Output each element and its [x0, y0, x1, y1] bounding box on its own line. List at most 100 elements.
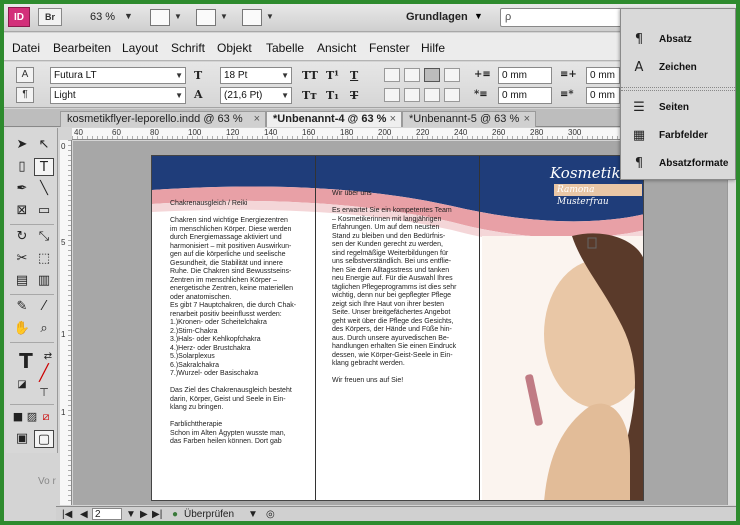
- left-indent-field[interactable]: 0 mm: [498, 67, 552, 84]
- menu-ansicht[interactable]: Ansicht: [317, 41, 356, 55]
- arrange-documents-icon[interactable]: [242, 9, 262, 26]
- chevron-down-icon[interactable]: ▼: [474, 11, 483, 21]
- bridge-button[interactable]: Br: [38, 8, 62, 26]
- menu-bearbeiten[interactable]: Bearbeiten: [53, 41, 111, 55]
- panel-farbfelder[interactable]: ▦ Farbfelder: [621, 123, 736, 149]
- free-transform-tool-icon[interactable]: ⬚: [34, 250, 54, 268]
- chevron-down-icon[interactable]: ▼: [124, 11, 133, 21]
- next-page-icon[interactable]: ▶: [140, 509, 148, 520]
- menu-objekt[interactable]: Objekt: [217, 41, 252, 55]
- menu-tabelle[interactable]: Tabelle: [266, 41, 304, 55]
- text-frame-chakren[interactable]: Chakrenausgleich / Reiki Chakren sind wi…: [170, 200, 310, 447]
- close-icon[interactable]: ×: [390, 112, 396, 127]
- scale-tool-icon[interactable]: ⤡: [34, 228, 54, 246]
- underline-icon[interactable]: T: [350, 69, 358, 82]
- menu-hilfe[interactable]: Hilfe: [421, 41, 445, 55]
- panel-absatzformate[interactable]: ¶ Absatzformate: [621, 151, 736, 177]
- pen-tool-icon[interactable]: ✒: [12, 180, 32, 198]
- chevron-down-icon[interactable]: ▼: [220, 12, 228, 21]
- default-colors-icon[interactable]: ◪: [12, 376, 32, 394]
- last-line-indent-field[interactable]: 0 mm: [586, 87, 620, 104]
- note-tool-icon[interactable]: ✎: [12, 298, 32, 316]
- ruler-label: 100: [188, 128, 202, 137]
- font-size-field[interactable]: 18 Pt ▼: [220, 67, 292, 84]
- tab-unbenannt-5[interactable]: *Unbenannt-5 @ 63 % ×: [402, 111, 536, 127]
- page-tool-icon[interactable]: ▯: [12, 158, 32, 176]
- stroke-none-icon[interactable]: ╱: [34, 364, 54, 382]
- rectangle-tool-icon[interactable]: ▭: [34, 202, 54, 220]
- chevron-down-icon[interactable]: ▼: [248, 509, 258, 520]
- gradient-feather-tool-icon[interactable]: ▥: [34, 272, 54, 290]
- line-tool-icon[interactable]: ╲: [34, 180, 54, 198]
- text-container-icon[interactable]: ⊤: [34, 384, 54, 402]
- tab-kosmetikflyer[interactable]: kosmetikflyer-leporello.indd @ 63 % ×: [60, 111, 266, 127]
- page-number-field[interactable]: 2: [92, 508, 122, 520]
- pasteboard-hint: Vo r: [38, 476, 56, 487]
- search-input[interactable]: ρ: [500, 8, 624, 27]
- font-family-select[interactable]: Futura LT ▼: [50, 67, 186, 84]
- menu-fenster[interactable]: Fenster: [369, 41, 410, 55]
- rotate-tool-icon[interactable]: ↻: [12, 228, 32, 246]
- zoom-tool-icon[interactable]: ⌕: [34, 320, 54, 338]
- menu-schrift[interactable]: Schrift: [171, 41, 205, 55]
- normal-view-icon[interactable]: ▣: [12, 430, 32, 448]
- paragraph-controls-icon[interactable]: ¶: [16, 87, 34, 103]
- menu-datei[interactable]: Datei: [12, 41, 40, 55]
- subscript-icon[interactable]: T₁: [326, 89, 339, 102]
- apply-none-icon[interactable]: ⧄: [36, 408, 56, 426]
- chevron-down-icon[interactable]: ▼: [126, 509, 136, 520]
- panel-zeichen[interactable]: A Zeichen: [621, 55, 736, 81]
- strikethrough-icon[interactable]: T: [350, 89, 358, 102]
- document-spread[interactable]: Chakrenausgleich / Reiki Chakren sind wi…: [151, 155, 644, 501]
- justify-all-icon[interactable]: [444, 88, 460, 102]
- view-options-icon[interactable]: [150, 9, 170, 26]
- menu-layout[interactable]: Layout: [122, 41, 158, 55]
- all-caps-icon[interactable]: TT: [302, 69, 318, 82]
- vertical-scrollbar[interactable]: [727, 141, 736, 505]
- zoom-level[interactable]: 63 %: [90, 11, 115, 23]
- justify-last-right-icon[interactable]: [424, 88, 440, 102]
- selection-tool-icon[interactable]: ➤: [12, 136, 32, 154]
- preflight-menu-icon[interactable]: ◎: [266, 509, 275, 520]
- type-tool-icon[interactable]: T: [34, 158, 54, 176]
- prev-page-icon[interactable]: ◀: [80, 509, 88, 520]
- brand-name[interactable]: Ramona Musterfrau: [554, 184, 642, 207]
- chevron-down-icon[interactable]: ▼: [266, 12, 274, 21]
- panel-seiten[interactable]: ☰ Seiten: [621, 95, 736, 121]
- align-justify-icon[interactable]: [444, 68, 460, 82]
- first-line-indent-icon: *≡: [474, 89, 488, 100]
- direct-selection-tool-icon[interactable]: ↖: [34, 136, 54, 154]
- align-center-icon[interactable]: [404, 68, 420, 82]
- justify-last-left-icon[interactable]: [384, 88, 400, 102]
- workspace-switcher[interactable]: Grundlagen: [406, 11, 468, 23]
- gradient-tool-icon[interactable]: ▤: [12, 272, 32, 290]
- character-controls-icon[interactable]: A: [16, 67, 34, 83]
- close-icon[interactable]: ×: [254, 112, 260, 127]
- eyedropper-tool-icon[interactable]: ⁄: [34, 298, 54, 316]
- leading-field[interactable]: (21,6 Pt) ▼: [220, 87, 292, 104]
- preflight-label[interactable]: Überprüfen: [184, 509, 234, 520]
- last-page-icon[interactable]: ▶|: [152, 509, 162, 520]
- small-caps-icon[interactable]: Tᴛ: [302, 89, 317, 102]
- right-indent-field[interactable]: 0 mm: [586, 67, 620, 84]
- text-frame-wir-ueber-uns[interactable]: Wir über uns Es erwartet Sie ein kompete…: [332, 190, 472, 386]
- screen-mode-icon[interactable]: [196, 9, 216, 26]
- tab-unbenannt-4[interactable]: *Unbenannt-4 @ 63 % ×: [266, 111, 402, 127]
- first-line-indent-field[interactable]: 0 mm: [498, 87, 552, 104]
- font-style-select[interactable]: Light ▼: [50, 87, 186, 104]
- divider: [10, 294, 54, 295]
- preview-mode-icon[interactable]: ▢: [34, 430, 54, 448]
- pasteboard[interactable]: Chakrenausgleich / Reiki Chakren sind wi…: [73, 141, 727, 505]
- scissors-tool-icon[interactable]: ✂: [12, 250, 32, 268]
- close-icon[interactable]: ×: [524, 112, 530, 127]
- align-right-icon[interactable]: [424, 68, 440, 82]
- hand-tool-icon[interactable]: ✋: [12, 320, 32, 338]
- chevron-down-icon[interactable]: ▼: [174, 12, 182, 21]
- align-left-icon[interactable]: [384, 68, 400, 82]
- justify-last-center-icon[interactable]: [404, 88, 420, 102]
- panel-absatz[interactable]: ¶ Absatz: [621, 27, 736, 53]
- chevron-down-icon: ▼: [175, 91, 183, 100]
- superscript-icon[interactable]: T¹: [326, 69, 339, 82]
- rectangle-frame-tool-icon[interactable]: ⊠: [12, 202, 32, 220]
- first-page-icon[interactable]: |◀: [62, 509, 72, 520]
